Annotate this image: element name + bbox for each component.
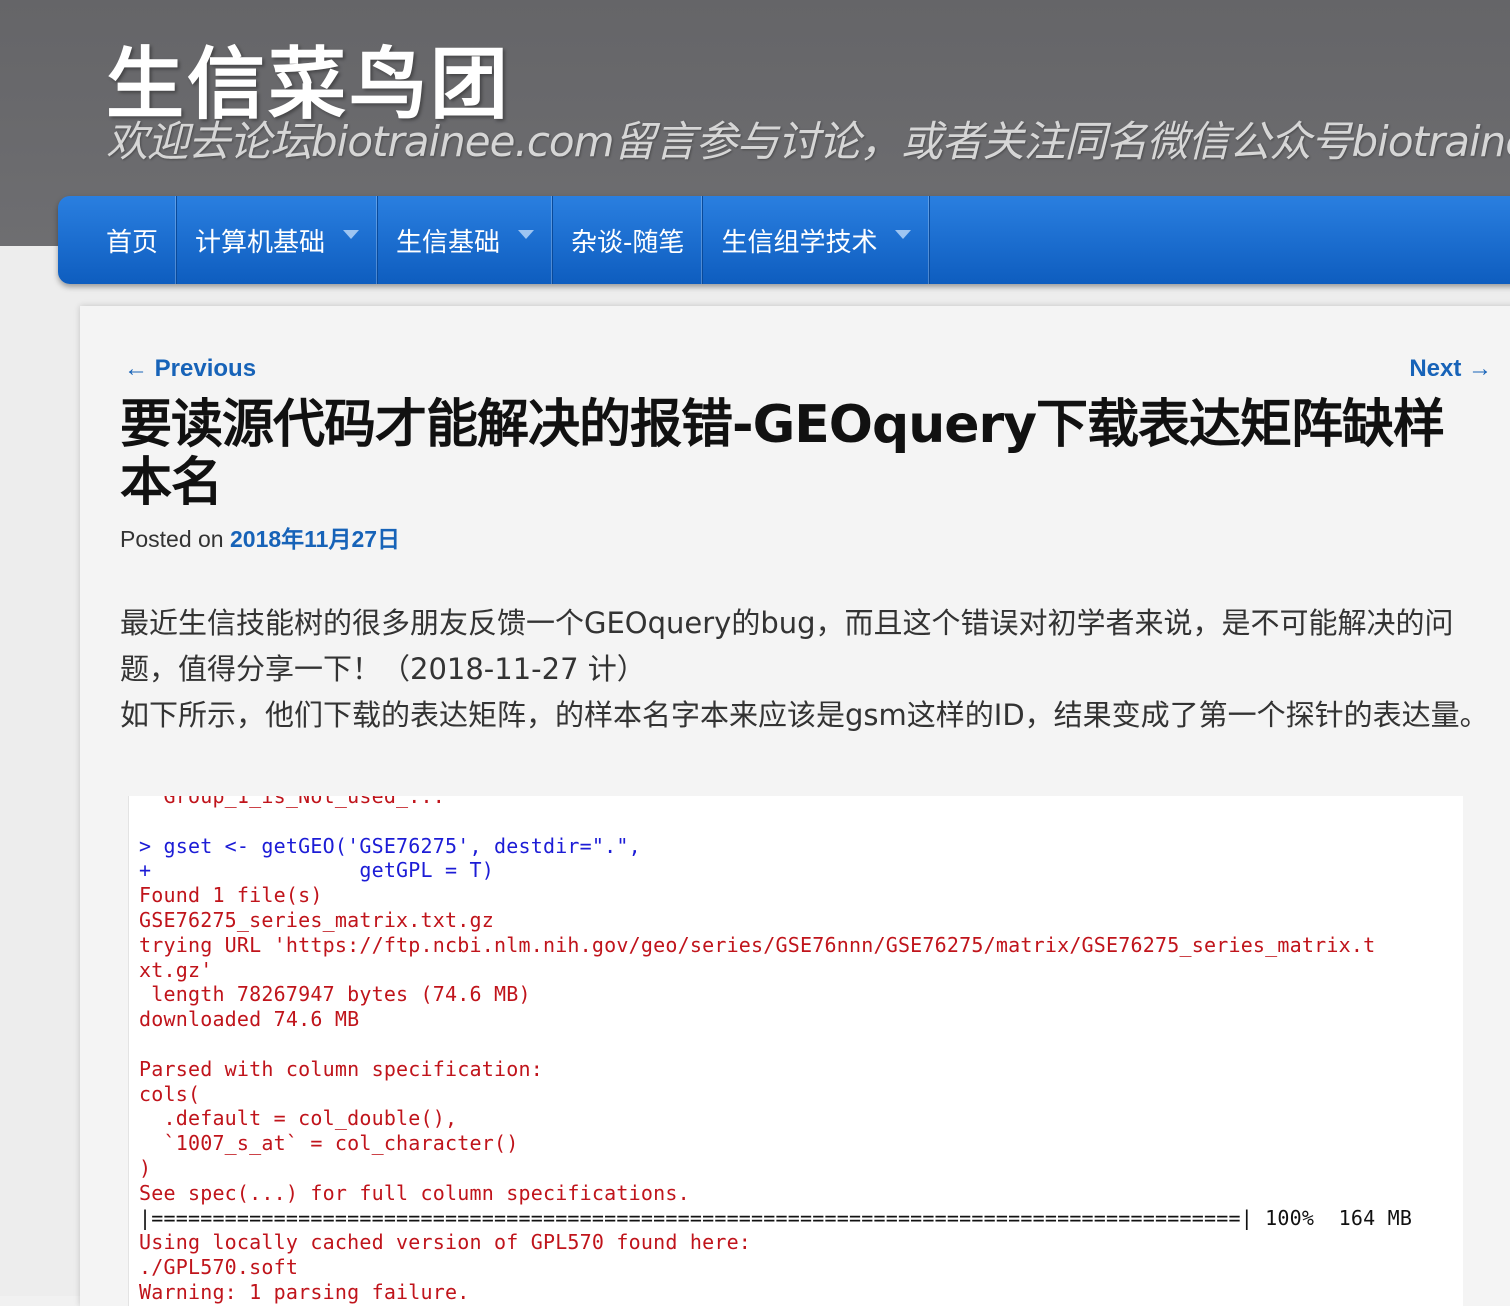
console-line: GSE76275_series_matrix.txt.gz bbox=[139, 907, 494, 932]
post-date-link[interactable]: 2018年11月27日 bbox=[230, 526, 400, 552]
console-line: ) bbox=[139, 1155, 152, 1180]
post-meta: Posted on 2018年11月27日 bbox=[120, 520, 400, 554]
console-line: `1007_s_at` = col_character() bbox=[139, 1131, 519, 1156]
nav-item-label: 生信基础 bbox=[396, 227, 501, 258]
post-body: 最近生信技能树的很多朋友反馈一个GEOquery的bug，而且这个错误对初学者来… bbox=[120, 600, 1490, 738]
chevron-down-icon bbox=[343, 229, 360, 239]
nav-item-omics-tech[interactable]: 生信组学技术 bbox=[703, 196, 931, 284]
chevron-down-icon bbox=[895, 229, 912, 239]
next-post-link[interactable]: Next → bbox=[1409, 355, 1492, 383]
main-nav: 首页 计算机基础 生信基础 杂谈-随笔 生信组学技术 bbox=[58, 196, 1510, 284]
nav-item-home[interactable]: 首页 bbox=[58, 196, 178, 284]
console-line: cols( bbox=[139, 1081, 201, 1106]
console-line: xt.gz' bbox=[139, 957, 213, 982]
chevron-down-icon bbox=[518, 229, 535, 239]
nav-item-label: 生信组学技术 bbox=[721, 227, 878, 258]
console-line: + getGPL = T) bbox=[139, 858, 494, 883]
console-line: Parsed with column specification: bbox=[139, 1056, 543, 1081]
post-paragraph: 如下所示，他们下载的表达矩阵，的样本名字本来应该是gsm这样的ID，结果变成了第… bbox=[120, 698, 1489, 732]
console-line: Group_1_is_Not_used_... bbox=[139, 796, 446, 808]
console-line: See spec(...) for full column specificat… bbox=[139, 1180, 690, 1205]
posted-on-label: Posted on bbox=[120, 526, 224, 552]
nav-item-bioinfo-basics[interactable]: 生信基础 bbox=[378, 196, 554, 284]
console-line: > gset <- getGEO('GSE76275', destdir="."… bbox=[139, 833, 641, 858]
console-line: length 78267947 bytes (74.6 MB) bbox=[139, 982, 531, 1007]
console-line: .default = col_double(), bbox=[139, 1106, 458, 1131]
previous-post-link[interactable]: ← Previous bbox=[124, 355, 256, 383]
console-screenshot: Group_1_is_Not_used_... > gset <- getGEO… bbox=[128, 796, 1463, 1306]
console-line: downloaded 74.6 MB bbox=[139, 1007, 360, 1032]
nav-item-label: 杂谈-随笔 bbox=[571, 227, 685, 258]
console-line: Found 1 file(s) bbox=[139, 883, 323, 908]
console-line: trying URL 'https://ftp.ncbi.nlm.nih.gov… bbox=[139, 932, 1376, 957]
console-line: Using locally cached version of GPL570 f… bbox=[139, 1230, 752, 1255]
nav-item-essays[interactable]: 杂谈-随笔 bbox=[553, 196, 704, 284]
console-output: Group_1_is_Not_used_... > gset <- getGEO… bbox=[129, 796, 1412, 1305]
nav-item-label: 首页 bbox=[106, 227, 159, 258]
post-title: 要读源代码才能解决的报错-GEOquery下载表达矩阵缺样本名 bbox=[120, 395, 1445, 513]
post-paragraph: 最近生信技能树的很多朋友反馈一个GEOquery的bug，而且这个错误对初学者来… bbox=[120, 606, 1454, 686]
nav-item-label: 计算机基础 bbox=[195, 227, 326, 258]
console-line: |=======================================… bbox=[139, 1205, 1413, 1230]
site-description: 欢迎去论坛biotrainee.com留言参与讨论，或者关注同名微信公众号bio… bbox=[106, 117, 1510, 166]
nav-item-computer-basics[interactable]: 计算机基础 bbox=[177, 196, 379, 284]
console-line: Warning: 1 parsing failure. bbox=[139, 1279, 470, 1304]
console-line: ./GPL570.soft bbox=[139, 1255, 299, 1280]
